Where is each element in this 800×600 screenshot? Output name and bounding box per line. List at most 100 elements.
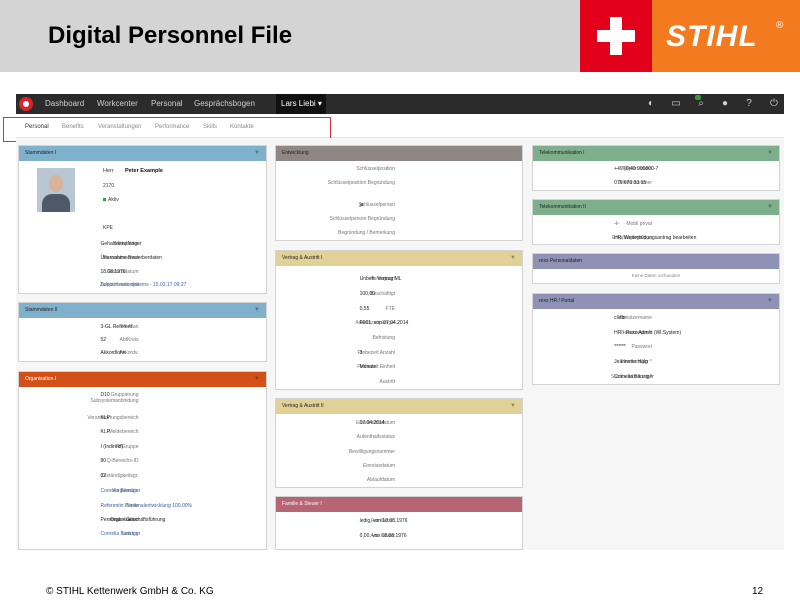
row-geburtsdatum: Geburtsdatum 18.08.1976 xyxy=(100,269,139,275)
slide-footer: © STIHL Kettenwerk GmbH & Co. KG xyxy=(46,586,214,597)
row-aufenthaltsstatus: Aufenthaltsstatus xyxy=(356,434,395,440)
row-schluesselposition: Schlüsselposition xyxy=(356,166,395,172)
row-vertragsart: Vertragsart Unbefr. Vertrag ML xyxy=(359,276,402,282)
stihl-logo-reg: ® xyxy=(776,20,784,31)
chevron-down-icon[interactable]: ▼ xyxy=(510,251,516,266)
stihl-logo: STIHL ® xyxy=(652,0,800,72)
panel-familie-steuer-1: Familie & Steuer I Familienst. ledig, von… xyxy=(275,496,523,550)
row-schluesselperson: Schlüsselperson ja xyxy=(358,202,395,208)
row-fk-plan: FK-Plan 3-GL Referent xyxy=(100,324,139,330)
slide-page-number: 12 xyxy=(752,586,764,597)
row-fte: FTE 0,55 xyxy=(359,306,395,312)
panel-title: Vertrag & Austritt II xyxy=(282,403,324,409)
row-tiffgruppe: TiffGruppe I (Indirekt) xyxy=(100,444,139,450)
avatar xyxy=(37,168,75,212)
chevron-down-icon[interactable]: ▼ xyxy=(254,372,260,387)
row-bewilligungsnummer: Bewilligungsnummer xyxy=(348,449,395,455)
row-vorgesetzte: Vorgesetzte Cornelia Bänziger xyxy=(100,488,141,494)
chevron-down-icon[interactable]: ▼ xyxy=(510,399,516,414)
panel-stammdaten-2: Stammdaten II ▼ FK-Plan 3-GL Referent AbtK… xyxy=(18,302,267,362)
panel-title: Stammdaten II xyxy=(25,307,58,313)
employee-code: KPE xyxy=(103,225,114,231)
panel-title: Entwicklung xyxy=(282,150,309,156)
user-menu[interactable]: Lars Liebi ▾ xyxy=(276,94,326,114)
row-familienstand: Familienst. ledig, von 18.08.1976 xyxy=(359,518,408,524)
row-begruendung-bemerkung: Begründung / Bemerkung xyxy=(338,230,395,236)
panel-header[interactable]: Telekommunikation II ▼ xyxy=(533,200,779,215)
panel-header[interactable]: Vertrag & Austritt I ▼ xyxy=(276,251,522,266)
row-leitung: Leitung Cornelia Bänziger xyxy=(100,531,141,537)
panel-title: Organisation I xyxy=(25,376,57,382)
panel-organisation-1: Organisation I ▼ Gruppierung Subsystemanb… xyxy=(18,371,267,550)
row-telefon-intern: Telefon intern +49 (0)40 900800-7 xyxy=(614,166,659,172)
panel-header[interactable]: Familie & Steuer I xyxy=(276,497,522,512)
chevron-down-icon[interactable]: ▼ xyxy=(767,146,773,161)
status-badge: Aktiv xyxy=(103,197,119,203)
panel-telekommunikation-2: Telekommunikation II ▼ Mobil privat -/- Em… xyxy=(532,199,780,245)
chevron-down-icon[interactable]: ▼ xyxy=(254,146,260,161)
panel-rexx-hr-portal: rexx HR / Portal ▼ Benutzername cliebi Ben… xyxy=(532,293,780,385)
panel-rexx-personaldaten: rexx Personaldaten Keine Daten vorhanden… xyxy=(532,253,780,284)
panel-header[interactable]: Organisation I ▼ xyxy=(19,372,266,387)
row-q-bereichs-id: Q-Bereichs-ID 80 xyxy=(100,458,139,464)
panel-title: rexx Personaldaten xyxy=(539,258,583,264)
panel-title: Vertrag & Austritt I xyxy=(282,255,323,261)
row-anz-kinder: Anz Kinder 0,00, von 18.08.1976 xyxy=(359,533,407,539)
panel-stammdaten-1: Stammdaten I ▼ Herr Peter Example 2170 Ak… xyxy=(18,145,267,294)
status-dot-icon xyxy=(103,198,106,202)
panel-header[interactable]: Stammdaten I ▼ xyxy=(19,146,266,161)
row-befristung: Befristung xyxy=(372,335,395,341)
row-probezeit-einheit: Probezeit Einheit Monate xyxy=(357,364,395,370)
globe-icon[interactable]: ◐ xyxy=(645,98,657,110)
panel-telekommunikation-1: Telekommunikation I ▼ Telefon intern +49 (… xyxy=(532,145,780,191)
panel-header[interactable]: Telekommunikation I ▼ xyxy=(533,146,779,161)
app-logo-icon[interactable] xyxy=(19,97,33,111)
panel-header[interactable]: Vertrag & Austritt II ▼ xyxy=(276,399,522,414)
panel-title: rexx HR / Portal xyxy=(539,298,575,304)
row-austritt: Austritt xyxy=(379,379,395,385)
help-icon[interactable]: ? xyxy=(743,98,755,110)
stihl-logo-text: STIHL xyxy=(666,20,758,53)
search-icon[interactable]: ⌕ xyxy=(695,98,707,110)
row-sachbearbeitung: Sachbearbeitung * Cornelia Bänziger xyxy=(610,374,654,380)
power-icon[interactable]: ⏻ xyxy=(768,98,780,110)
nav-gespraechsbogen[interactable]: Gesprächsbogen xyxy=(194,94,255,114)
chevron-down-icon[interactable]: ▼ xyxy=(254,303,260,318)
row-zustaendigkeit: Zuständigkeitsgr. 02 xyxy=(100,473,139,479)
slide-header: Digital Personnel File xyxy=(0,0,580,72)
nav-workcenter[interactable]: Workcenter xyxy=(97,94,138,114)
panel-header[interactable]: rexx Personaldaten xyxy=(533,254,779,269)
row-mitarbeiter: Mitarbeiter Gehaltsempfänger xyxy=(100,241,142,247)
employee-name: Peter Example xyxy=(125,168,163,174)
slide-title: Digital Personnel File xyxy=(48,22,293,49)
employee-number: 2170 xyxy=(103,183,115,189)
panel-vertrag-austritt-1: Vertrag & Austritt I ▼ Vertragsart Unbefr.… xyxy=(275,250,523,390)
row-schluesselposition-begruendung: Schlüsselposition Begründung xyxy=(327,180,395,186)
panel-entwicklung: Entwicklung Schlüsselposition Schlüsselp… xyxy=(275,145,523,241)
row-meldebereich: Meldebereich KLP xyxy=(100,429,139,435)
user-icon[interactable]: ● xyxy=(719,98,731,110)
swiss-flag-logo xyxy=(580,0,652,72)
panel-title: Telekommunikation I xyxy=(539,150,585,156)
nav-dashboard[interactable]: Dashboard xyxy=(45,94,84,114)
row-schluesselperson-begruendung: Schlüsselperson Begründung xyxy=(329,216,395,222)
cart-icon[interactable]: ▭ xyxy=(670,98,682,110)
panel-header[interactable]: Stammdaten II ▼ xyxy=(19,303,266,318)
row-arbeitszeitplan: Arbeitszeitplangel F001, von 07.04.2014 xyxy=(355,320,409,326)
row-empfaengergruppe: Empfängergruppe HR, Weiterbildungsantrag … xyxy=(611,235,697,241)
row-telefonnummer: Telefonnummer 079 670 33 15 xyxy=(614,180,652,186)
app-navbar: Dashboard Workcenter Personal Gesprächsb… xyxy=(16,94,784,114)
row-akkord: Akkordv. Akkordlohn xyxy=(100,350,139,356)
row-einreisedatum: Einreisedatum xyxy=(363,463,395,469)
chevron-down-icon[interactable]: ▼ xyxy=(767,294,773,309)
empty-state-text: Keine Daten vorhanden! xyxy=(631,273,681,278)
chevron-down-icon[interactable]: ▼ xyxy=(767,200,773,215)
row-verantwortungsbereich: Verantwortungsbereich KLP xyxy=(87,415,139,421)
row-abtkreis: AbtKreis 52 xyxy=(100,337,139,343)
panel-header[interactable]: rexx HR / Portal ▼ xyxy=(533,294,779,309)
nav-personal[interactable]: Personal xyxy=(151,94,183,114)
panel-title: Stammdaten I xyxy=(25,150,57,156)
row-mobil-privat: Mobil privat -/- xyxy=(614,221,652,227)
row-beschaeftigt: Beschäftigt 100,00 xyxy=(359,291,395,297)
panel-header[interactable]: Entwicklung xyxy=(276,146,522,161)
